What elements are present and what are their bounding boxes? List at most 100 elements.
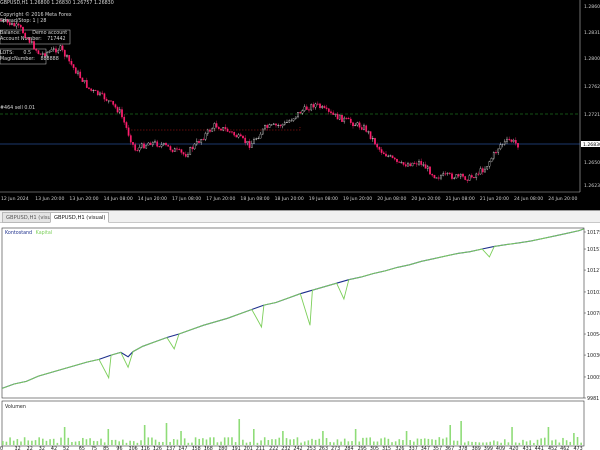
candle-body [442,173,445,176]
x-tick-label: 337 [409,446,418,450]
current-price-label: 1.26830 [583,142,600,148]
time-tick-label: 21 Jun 08:00 [446,196,475,202]
y-tick-label: 9981 [587,396,599,402]
candle-body [178,149,181,150]
volume-bar [369,437,371,445]
volume-bar [216,442,219,445]
volume-bar [540,438,542,445]
candle-body [374,138,376,145]
price-chart-canvas[interactable]: 1.28600 1.28315 1.28000 1.27620 1.27210 1.268… [0,0,600,210]
volume-bar [576,437,579,445]
candle-body [385,153,387,157]
candle-body [499,144,502,150]
volume-bar [525,441,528,445]
candle-body [19,25,22,28]
volume-bar [103,442,106,445]
volume-bar [67,437,70,445]
candle-body [277,124,280,126]
candle-body [481,168,484,173]
candle-body [70,60,73,65]
candle-body [391,155,394,159]
y-tick-label: 10054 [587,332,600,338]
x-tick-label: 52 [63,446,69,450]
candle-body [413,162,416,164]
candle-body [473,177,475,179]
volume-bar [365,437,368,445]
x-tick-label: 191 [232,446,241,450]
time-tick-label: 21 Jun 20:00 [480,196,509,202]
x-tick-label: 96 [116,446,122,450]
candle-body [244,137,247,144]
candle-body [365,125,368,132]
candle-body [136,150,139,151]
candle-body [182,152,185,155]
x-tick-label: 399 [484,446,493,450]
candle-body [369,131,372,140]
volume-bar [129,440,131,445]
volume-bar [427,438,430,445]
price-tick-label: 1.26230 [584,183,600,189]
candle-body [55,48,57,53]
volume-bar [132,441,135,445]
equity-chart-panel[interactable]: 10175 10151 10127 10102 10078 10054 10030 10005… [0,223,600,450]
volume-bar [227,437,230,445]
volume-bar [307,440,310,445]
candle-body [134,144,137,151]
volume-bar [212,437,215,445]
volume-bar [285,438,288,445]
candle-body [404,164,407,167]
time-tick-label: 20 Jun 20:00 [411,196,440,202]
volume-bar [536,439,539,445]
candle-body [39,53,42,55]
volume-bar [114,439,117,445]
candle-body [220,128,222,131]
volume-bar [456,440,459,445]
x-tick-label: 347 [421,446,430,450]
candle-body [501,143,504,145]
x-tick-label: 263 [319,446,328,450]
time-tick-label: 17 Jun 20:00 [206,196,235,202]
candle-body [191,147,194,150]
volume-bar [463,442,466,445]
tab-gbpusd-h1-visual-2[interactable]: GBPUSD,H1 (visual) [50,212,110,223]
candle-body [327,108,330,112]
volume-bar [78,441,80,445]
volume-bar [511,427,513,445]
volume-bar [122,439,124,445]
y-tick-label: 10030 [587,353,600,359]
volume-bar [278,437,281,445]
volume-label: Volumen [5,405,26,410]
candle-body [215,123,218,128]
candle-body [151,141,154,146]
x-tick-label: 315 [382,446,391,450]
price-chart-panel[interactable]: 1.28600 1.28315 1.28000 1.27620 1.27210 1.268… [0,0,600,210]
x-tick-label: 22 [27,446,33,450]
candle-body [459,173,462,177]
volume-bar [187,442,190,445]
candle-body [211,128,214,132]
candle-body [299,112,302,114]
volume-bar [329,442,331,445]
volume-bar [489,441,492,445]
volume-bar [474,441,477,445]
volume-bar [311,438,313,445]
volume-bar [569,441,572,445]
volume-bar [347,441,350,445]
equity-legend: Kontostand Kapital [5,231,52,236]
candle-body [310,104,313,111]
candle-body [171,149,174,152]
candle-body [132,142,134,145]
x-tick-label: 85 [103,446,109,450]
x-tick-label: 147 [178,446,187,450]
candle-body [301,110,304,114]
order-line-label[interactable]: #464 sell 0.01 [0,106,35,112]
candle-body [81,77,84,82]
x-tick-label: 42 [51,446,57,450]
equity-chart-canvas[interactable]: 10175 10151 10127 10102 10078 10054 10030 10005… [0,223,600,450]
volume-bar [274,439,277,445]
x-tick-label: 232 [281,446,290,450]
candle-body [512,140,515,142]
candle-body [162,143,165,145]
volume-bar [260,440,262,445]
volume-bar [500,442,502,445]
